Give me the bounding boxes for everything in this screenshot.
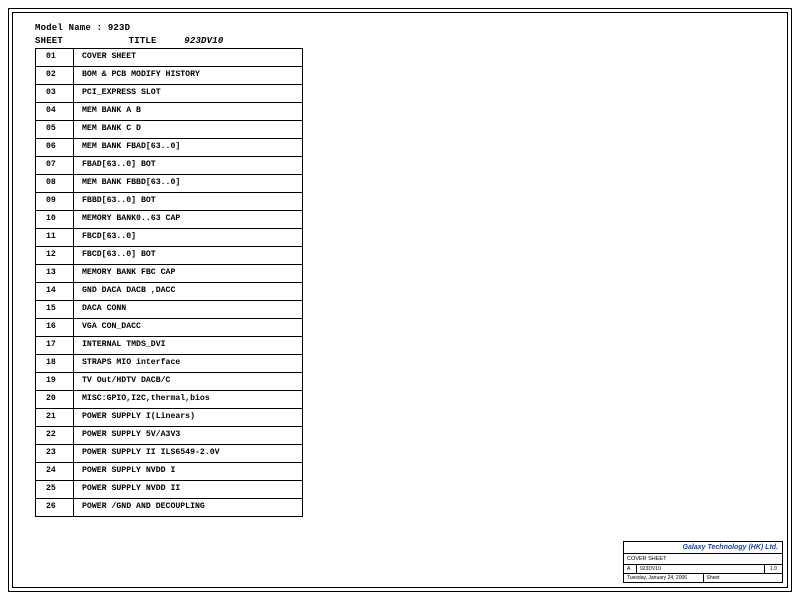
sheet-title: MEMORY BANK FBC CAP (74, 265, 303, 283)
sheet-number: 20 (36, 391, 74, 409)
sheet-number: 12 (36, 247, 74, 265)
size-label: A (624, 565, 636, 573)
sheet-index-table: 01COVER SHEET02BOM & PCB MODIFY HISTORY0… (35, 48, 303, 517)
table-header-line: SHEET TITLE 923DV10 (35, 36, 335, 46)
sheet-column-label: SHEET (35, 36, 63, 46)
sheet-title: PCI_EXPRESS SLOT (74, 85, 303, 103)
table-row: 05MEM BANK C D (36, 121, 303, 139)
table-row: 14GND DACA DACB ,DACC (36, 283, 303, 301)
sheet-number: 23 (36, 445, 74, 463)
model-name-label: Model Name : (35, 23, 102, 33)
rev: 1.0 (764, 565, 782, 573)
table-row: 03PCI_EXPRESS SLOT (36, 85, 303, 103)
table-row: 04MEM BANK A B (36, 103, 303, 121)
table-row: 21POWER SUPPLY I(Linears) (36, 409, 303, 427)
sheet-title: POWER SUPPLY 5V/A3V3 (74, 427, 303, 445)
table-row: 13MEMORY BANK FBC CAP (36, 265, 303, 283)
table-row: 16VGA CON_DACC (36, 319, 303, 337)
title-column-value: 923DV10 (184, 36, 223, 46)
sheet-number: 21 (36, 409, 74, 427)
table-row: 09FBBD[63..0] BOT (36, 193, 303, 211)
sheet-title: MEM BANK FBAD[63..0] (74, 139, 303, 157)
company-name: Galaxy Technology (HK) Ltd. (624, 542, 782, 553)
table-row: 01COVER SHEET (36, 49, 303, 67)
sheet-title: FBAD[63..0] BOT (74, 157, 303, 175)
doc-title: COVER SHEET (624, 554, 782, 564)
table-row: 20MISC:GPIO,I2C,thermal,bios (36, 391, 303, 409)
table-row: 07FBAD[63..0] BOT (36, 157, 303, 175)
sheet-title: TV Out/HDTV DACB/C (74, 373, 303, 391)
sheet-number: 19 (36, 373, 74, 391)
table-row: 22POWER SUPPLY 5V/A3V3 (36, 427, 303, 445)
sheet-title: INTERNAL TMDS_DVI (74, 337, 303, 355)
sheet-title: FBCD[63..0] BOT (74, 247, 303, 265)
sheet-number: 17 (36, 337, 74, 355)
sheet-number: 04 (36, 103, 74, 121)
sheet-number: 05 (36, 121, 74, 139)
sheet-number: 01 (36, 49, 74, 67)
sheet-title: POWER SUPPLY II ILS6549-2.0V (74, 445, 303, 463)
sheet-number: 18 (36, 355, 74, 373)
table-row: 26POWER /GND AND DECOUPLING (36, 499, 303, 517)
sheet-title: FBBD[63..0] BOT (74, 193, 303, 211)
sheet-title: MEM BANK FBBD[63..0] (74, 175, 303, 193)
table-row: 23POWER SUPPLY II ILS6549-2.0V (36, 445, 303, 463)
sheet-number: 15 (36, 301, 74, 319)
table-row: 17INTERNAL TMDS_DVI (36, 337, 303, 355)
table-row: 06MEM BANK FBAD[63..0] (36, 139, 303, 157)
table-row: 19TV Out/HDTV DACB/C (36, 373, 303, 391)
sheet-label: Sheet (703, 574, 783, 582)
drawing-outer-frame: Model Name : 923D SHEET TITLE 923DV10 01… (8, 8, 792, 592)
table-row: 18STRAPS MIO interface (36, 355, 303, 373)
sheet-number: 03 (36, 85, 74, 103)
sheet-title: MEM BANK A B (74, 103, 303, 121)
table-row: 11FBCD[63..0] (36, 229, 303, 247)
sheet-number: 16 (36, 319, 74, 337)
sheet-content: Model Name : 923D SHEET TITLE 923DV10 01… (35, 23, 335, 517)
sheet-number: 25 (36, 481, 74, 499)
sheet-title: COVER SHEET (74, 49, 303, 67)
sheet-number: 07 (36, 157, 74, 175)
table-row: 25POWER SUPPLY NVDD II (36, 481, 303, 499)
sheet-title: POWER SUPPLY I(Linears) (74, 409, 303, 427)
sheet-title: MEM BANK C D (74, 121, 303, 139)
sheet-number: 11 (36, 229, 74, 247)
sheet-number: 24 (36, 463, 74, 481)
drawing-inner-frame: Model Name : 923D SHEET TITLE 923DV10 01… (12, 12, 788, 588)
sheet-title: BOM & PCB MODIFY HISTORY (74, 67, 303, 85)
sheet-title: DACA CONN (74, 301, 303, 319)
sheet-title: VGA CON_DACC (74, 319, 303, 337)
sheet-title: POWER SUPPLY NVDD I (74, 463, 303, 481)
sheet-number: 02 (36, 67, 74, 85)
sheet-number: 06 (36, 139, 74, 157)
table-row: 02BOM & PCB MODIFY HISTORY (36, 67, 303, 85)
sheet-title: FBCD[63..0] (74, 229, 303, 247)
sheet-number: 14 (36, 283, 74, 301)
title-block: Galaxy Technology (HK) Ltd. COVER SHEET … (623, 541, 783, 583)
table-row: 08MEM BANK FBBD[63..0] (36, 175, 303, 193)
sheet-title: POWER /GND AND DECOUPLING (74, 499, 303, 517)
table-row: 12FBCD[63..0] BOT (36, 247, 303, 265)
sheet-number: 09 (36, 193, 74, 211)
sheet-number: 10 (36, 211, 74, 229)
table-row: 10MEMORY BANK0..63 CAP (36, 211, 303, 229)
sheet-title: STRAPS MIO interface (74, 355, 303, 373)
sheet-title: MEMORY BANK0..63 CAP (74, 211, 303, 229)
sheet-number: 22 (36, 427, 74, 445)
date: Tuesday, January 24, 2006 (624, 574, 703, 582)
sheet-title: GND DACA DACB ,DACC (74, 283, 303, 301)
title-column-label: TITLE (129, 36, 157, 46)
sheet-number: 26 (36, 499, 74, 517)
sheet-title: MISC:GPIO,I2C,thermal,bios (74, 391, 303, 409)
model-name-line: Model Name : 923D (35, 23, 335, 33)
model-name-value: 923D (108, 23, 130, 33)
sheet-title: POWER SUPPLY NVDD II (74, 481, 303, 499)
table-row: 24POWER SUPPLY NVDD I (36, 463, 303, 481)
sheet-number: 13 (36, 265, 74, 283)
doc-number: 923DV10 (636, 565, 764, 573)
sheet-number: 08 (36, 175, 74, 193)
table-row: 15DACA CONN (36, 301, 303, 319)
